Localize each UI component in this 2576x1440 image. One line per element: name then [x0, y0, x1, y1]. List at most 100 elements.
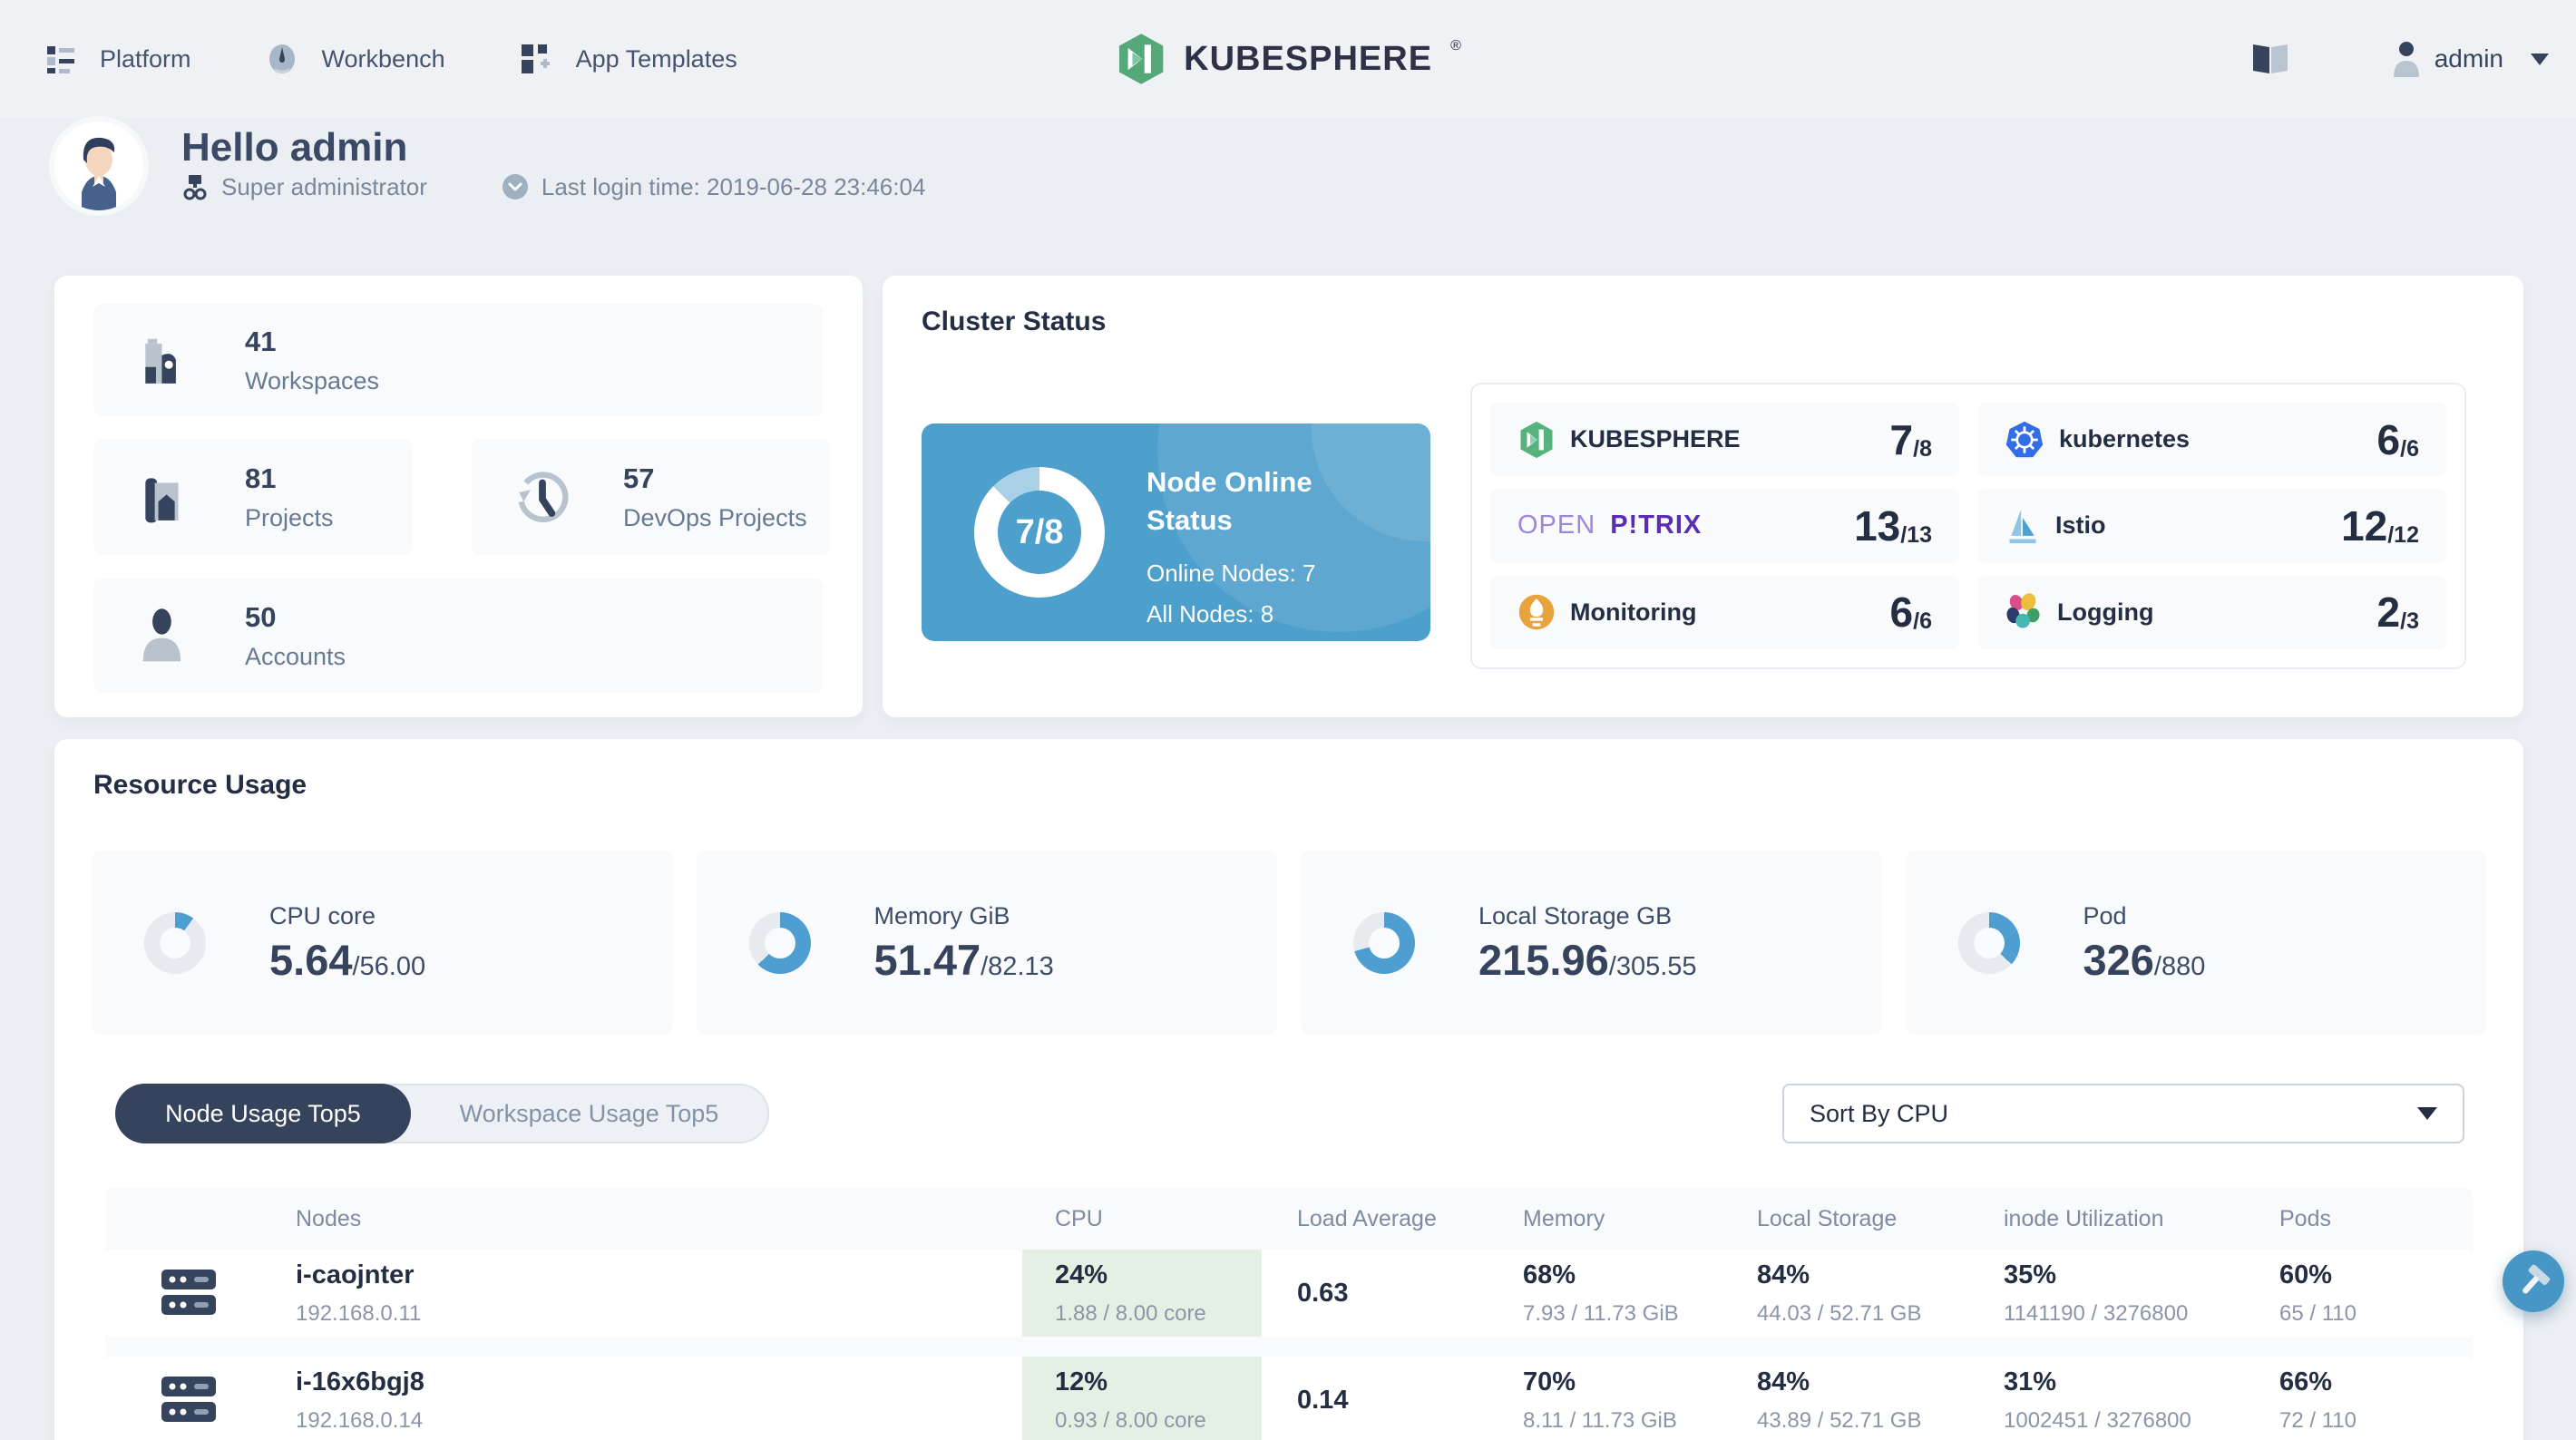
inode-detail: 1002451 / 3276800: [2004, 1407, 2191, 1433]
count-total: /6: [2400, 435, 2419, 462]
col-cpu: CPU: [1055, 1205, 1103, 1231]
component-name: kubernetes: [2059, 425, 2191, 453]
pods-cell: 66% 72 / 110: [2279, 1357, 2473, 1440]
cpu-donut: [144, 911, 206, 974]
component-logo: Logging: [2005, 593, 2153, 631]
resource-usage-card: Resource Usage CPU core 5.64/56.00 Memor…: [54, 739, 2523, 1440]
nav-right: admin: [2249, 0, 2549, 118]
component-name: Istio: [2055, 511, 2106, 540]
stat-value: 50: [245, 600, 277, 633]
stat-devops-projects[interactable]: 57 DevOps Projects: [472, 439, 830, 555]
count-value: 12: [2341, 501, 2388, 550]
node-online-donut: 7/8: [974, 467, 1105, 598]
col-memory: Memory: [1523, 1205, 1605, 1231]
component-istio: Istio 12 /12: [1977, 489, 2446, 563]
projects-icon: [145, 478, 179, 523]
nav-item-platform[interactable]: Platform: [45, 44, 191, 74]
stat-projects[interactable]: 81 Projects: [93, 439, 413, 555]
metric-used: 51.47: [873, 936, 981, 985]
node-online-title: Node Online Status: [1147, 466, 1312, 536]
user-role: Super administrator: [221, 172, 427, 200]
table-row[interactable]: i-caojnter 192.168.0.11 24% 1.88 / 8.00 …: [105, 1250, 2473, 1337]
istio-icon: [2009, 509, 2036, 544]
stat-text: 50 Accounts: [245, 601, 346, 671]
pods-cell: 60% 65 / 110: [2279, 1250, 2473, 1337]
docs-button[interactable]: [2249, 41, 2291, 77]
table-row[interactable]: i-16x6bgj8 192.168.0.14 12% 0.93 / 8.00 …: [105, 1357, 2473, 1440]
stat-workspaces[interactable]: 41 Workspaces: [93, 304, 824, 416]
stat-value: 81: [245, 462, 277, 494]
count-total: /12: [2387, 521, 2419, 548]
count-value: 7: [1889, 415, 1914, 463]
node-cell: i-16x6bgj8 192.168.0.14: [105, 1357, 1022, 1440]
docs-icon: [2252, 44, 2288, 73]
stat-label: Workspaces: [245, 366, 380, 394]
count-value: 2: [2376, 589, 2401, 637]
sort-select[interactable]: Sort By CPU: [1782, 1084, 2464, 1143]
devops-icon: [518, 472, 569, 522]
inode-percent: 31%: [2004, 1367, 2057, 1396]
tab-workspace-usage-top5[interactable]: Workspace Usage Top5: [411, 1085, 767, 1142]
cluster-status-card: Cluster Status 7/8 Node Online Status On…: [883, 276, 2523, 717]
hammer-icon: [2522, 1264, 2551, 1294]
inode-detail: 1141190 / 3276800: [2004, 1300, 2189, 1326]
component-logo: Istio: [2005, 506, 2106, 546]
last-login-time: Last login time: 2019-06-28 23:46:04: [541, 172, 926, 200]
count-total: /3: [2400, 608, 2419, 635]
nav-item-label: Platform: [100, 44, 191, 73]
memory-percent: 70%: [1523, 1367, 1576, 1396]
node-icon: [161, 1270, 216, 1315]
storage-detail: 43.89 / 52.71 GB: [1757, 1407, 1922, 1433]
metric-total: /82.13: [981, 952, 1054, 982]
kubesphere-logo-icon: [1118, 34, 1164, 84]
stat-accounts[interactable]: 50 Accounts: [93, 579, 824, 693]
toolbox-fab-button[interactable]: [2503, 1250, 2564, 1312]
online-nodes-label: Online Nodes: 7: [1147, 559, 1316, 587]
component-name: Logging: [2057, 598, 2154, 626]
nav-item-workbench[interactable]: Workbench: [266, 43, 445, 75]
user-menu[interactable]: admin: [2391, 41, 2549, 77]
stat-label: DevOps Projects: [623, 503, 807, 531]
metric-used: 326: [2083, 936, 2154, 985]
cpu-percent: 24%: [1055, 1260, 1108, 1289]
chevron-down-icon: [2531, 53, 2549, 65]
component-openpitrix: OPEN P!TRIX 13 /13: [1490, 489, 1959, 563]
component-logo: Monitoring: [1517, 593, 1696, 631]
node-online-status-card: 7/8 Node Online Status Online Nodes: 7 A…: [922, 423, 1430, 641]
app-templates-icon: [521, 44, 550, 73]
workbench-icon: [268, 44, 295, 73]
overview-stats-card: 41 Workspaces 81 Projects 57 DevOps Proj…: [54, 276, 863, 717]
node-ip: 192.168.0.11: [296, 1300, 422, 1326]
tab-node-usage-top5[interactable]: Node Usage Top5: [115, 1084, 411, 1143]
platform-icon: [47, 46, 74, 73]
node-identity: i-16x6bgj8 192.168.0.14: [296, 1367, 424, 1434]
user-icon: [2393, 42, 2419, 77]
load-average-cell: 0.63: [1297, 1278, 1349, 1308]
stat-value: 57: [623, 462, 655, 494]
metric-pod: Pod 326/880: [1905, 851, 2486, 1035]
node-name: i-16x6bgj8: [296, 1367, 424, 1396]
metric-text: CPU core 5.64/56.00: [269, 902, 425, 982]
memory-detail: 7.93 / 11.73 GiB: [1523, 1300, 1679, 1326]
count-total: /6: [1913, 608, 1932, 635]
openpitrix-bold-text: P!TRIX: [1610, 511, 1703, 540]
stat-text: 41 Workspaces: [245, 326, 379, 395]
metric-used: 215.96: [1478, 936, 1609, 985]
components-panel: KUBESPHERE 7 /8 kubernetes 6 /6 OPEN P!T…: [1470, 383, 2466, 669]
metric-local-storage: Local Storage GB 215.96/305.55: [1301, 851, 1882, 1035]
count-value: 6: [2376, 415, 2401, 463]
metric-label: Memory GiB: [873, 902, 1010, 930]
metric-total: /880: [2153, 952, 2206, 982]
node-ip: 192.168.0.14: [296, 1407, 424, 1433]
storage-percent: 84%: [1757, 1260, 1810, 1289]
component-count: 6 /6: [2376, 415, 2419, 463]
metric-used: 5.64: [269, 936, 353, 985]
metric-total: /305.55: [1608, 952, 1697, 982]
openpitrix-light-text: OPEN: [1517, 511, 1596, 540]
component-logging: Logging 2 /3: [1977, 575, 2446, 649]
stat-value: 41: [245, 325, 277, 357]
load-average-cell: 0.14: [1297, 1385, 1349, 1415]
user-name: admin: [2434, 44, 2503, 73]
kubernetes-icon: [2005, 421, 2044, 457]
nav-item-app-templates[interactable]: App Templates: [520, 43, 737, 75]
